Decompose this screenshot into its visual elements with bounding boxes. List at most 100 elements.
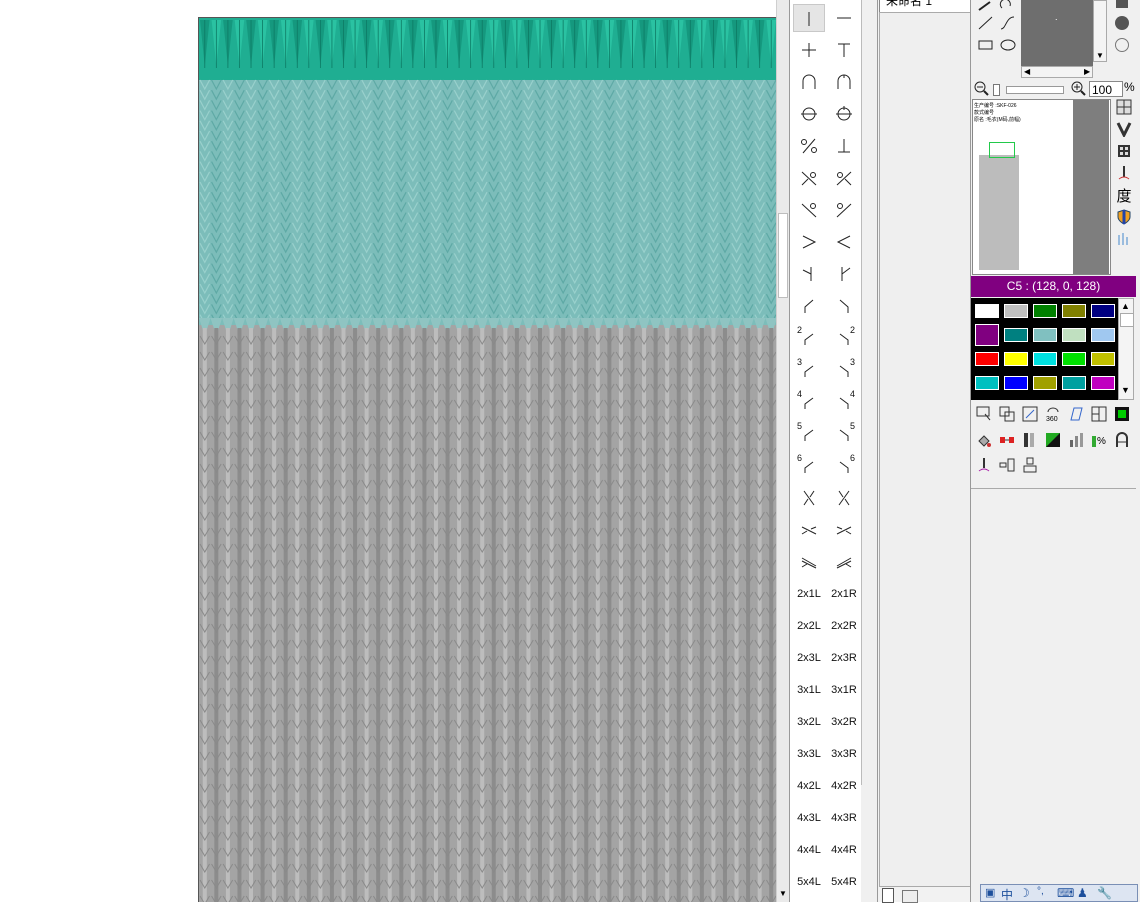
preview-scroll-right-icon[interactable]: ▶ [1084,67,1090,76]
fill-black-icon[interactable] [1112,406,1132,426]
scrollbar-thumb[interactable] [778,213,788,298]
palette-scroll-thumb[interactable] [1120,313,1134,327]
text-tool-icon[interactable] [1112,432,1132,452]
symbol-horizontal-line-icon[interactable] [828,4,860,32]
symbol-vertical-line-icon[interactable] [793,4,825,32]
color-swatch[interactable] [1091,328,1115,342]
paint-bucket-icon[interactable] [974,432,994,452]
symbol-transfer-right-5-icon[interactable]: 5 [828,420,860,448]
swap-color-icon[interactable] [997,432,1017,452]
preview-scroll-left-icon[interactable]: ◀ [1024,67,1030,76]
symbol-4x3R[interactable]: 4x3R [828,804,860,832]
symbol-cross-left-2-icon[interactable] [793,196,825,224]
symbol-cross-left-icon[interactable] [793,164,825,192]
select-tool-icon[interactable] [974,406,994,426]
ime-moon-icon[interactable]: ☽ [1019,886,1030,900]
ellipse-tool-icon[interactable] [998,36,1018,54]
color-swatch[interactable] [1091,376,1115,390]
symbol-2x1L[interactable]: 2x1L [793,580,825,608]
recolor-icon[interactable] [1043,432,1063,452]
symbol-transfer-left-6-icon[interactable]: 6 [793,452,825,480]
resize-icon[interactable] [1020,406,1040,426]
column-tool-icon[interactable] [1020,432,1040,452]
symbol-5x4R[interactable]: 5x4R [828,868,860,896]
color-swatch[interactable] [1004,304,1028,318]
color-swatch[interactable] [1033,352,1057,366]
color-swatch[interactable] [1004,352,1028,366]
copy-file-icon[interactable] [902,890,918,903]
color-swatch[interactable] [1062,328,1086,342]
symbol-4x2L[interactable]: 4x2L [793,772,825,800]
shield-icon[interactable] [1113,209,1135,229]
symbol-cross-x-left-icon[interactable] [793,484,825,512]
symbol-arch-tick-icon[interactable] [828,68,860,96]
palette-scroll-up-icon[interactable]: ▲ [1121,301,1130,311]
color-swatch[interactable] [1004,376,1028,390]
symbol-3x1R[interactable]: 3x1R [828,676,860,704]
symbol-2x1R[interactable]: 2x1R [828,580,860,608]
symbol-cross-x-right-icon[interactable] [828,484,860,512]
color-swatch[interactable] [1091,352,1115,366]
palette-scroll-down-icon[interactable]: ▼ [1121,385,1130,395]
symbol-transfer-right-3-icon[interactable]: 3 [828,356,860,384]
degree-icon[interactable]: 度 [1113,187,1135,207]
symbol-percent-icon[interactable] [793,132,825,160]
ime-settings-icon[interactable]: 🔧 [1097,886,1112,900]
symbol-4x4L[interactable]: 4x4L [793,836,825,864]
color-swatch[interactable] [1091,304,1115,318]
bars-icon[interactable] [1113,231,1135,251]
split-icon[interactable] [1089,406,1109,426]
color-swatch[interactable] [1062,376,1086,390]
shape-filled-rect-icon[interactable] [1116,0,1128,8]
copy-region-icon[interactable] [997,406,1017,426]
symbol-4x2R[interactable]: 4x2R [828,772,860,800]
bar-chart-icon[interactable] [1066,432,1086,452]
symbol-4x4R[interactable]: 4x4R [828,836,860,864]
symbol-tee-icon[interactable] [828,36,860,64]
ime-keyboard-icon[interactable]: ⌨ [1057,886,1074,900]
needle-icon[interactable] [1113,165,1135,185]
symbol-3x3L[interactable]: 3x3L [793,740,825,768]
zoom-in-icon[interactable] [1070,80,1086,96]
symbol-transfer-right-2-icon[interactable]: 2 [828,324,860,352]
symbol-2x3R[interactable]: 2x3R [828,644,860,672]
symbol-3x2R[interactable]: 3x2R [828,708,860,736]
knit-canvas[interactable] [198,17,776,902]
symbol-3x2L[interactable]: 3x2L [793,708,825,736]
preview-scroll-down-icon[interactable]: ▼ [1096,51,1104,60]
symbol-4x3L[interactable]: 4x3L [793,804,825,832]
preview-scrollbar[interactable]: ▼ [1093,0,1107,62]
symbol-transfer-right-icon[interactable] [828,292,860,320]
symbol-cross-right-icon[interactable] [828,164,860,192]
symbol-less-than-icon[interactable] [828,228,860,256]
symbol-transfer-right-4-icon[interactable]: 4 [828,388,860,416]
color-swatch[interactable] [975,304,999,318]
ime-punctuation-icon[interactable]: °, [1037,886,1044,897]
ime-logo-icon[interactable]: ▣ [985,886,995,899]
symbol-circle-line-icon[interactable] [793,100,825,128]
v-neck-icon[interactable] [1113,121,1135,141]
percent-tool-icon[interactable]: % [1089,432,1109,452]
color-swatch[interactable] [1033,304,1057,318]
zoom-slider[interactable] [1006,86,1064,94]
new-file-icon[interactable] [882,888,894,903]
film-icon[interactable] [1113,143,1135,163]
color-swatch[interactable] [1062,304,1086,318]
color-swatch[interactable] [1033,328,1057,342]
symbol-cable-left-icon[interactable] [793,516,825,544]
spiral-tool-icon[interactable] [998,0,1018,14]
symbol-3x3R[interactable]: 3x3R [828,740,860,768]
scroll-down-arrow-icon[interactable]: ▼ [777,888,789,900]
symbol-circle-tick-icon[interactable] [828,100,860,128]
palette-scrollbar[interactable]: ▲ ▼ [1118,298,1134,400]
symbol-cable-double-right-icon[interactable] [828,548,860,576]
thumbnail-viewport-box[interactable] [989,142,1015,158]
symbol-y-right-icon[interactable] [828,260,860,288]
symbol-2x2L[interactable]: 2x2L [793,612,825,640]
color-swatch[interactable] [975,352,999,366]
color-swatch[interactable] [1033,376,1057,390]
symbol-transfer-right-6-icon[interactable]: 6 [828,452,860,480]
symbol-greater-than-icon[interactable] [793,228,825,256]
color-swatch[interactable] [975,324,999,346]
symbol-cable-right-icon[interactable] [828,516,860,544]
